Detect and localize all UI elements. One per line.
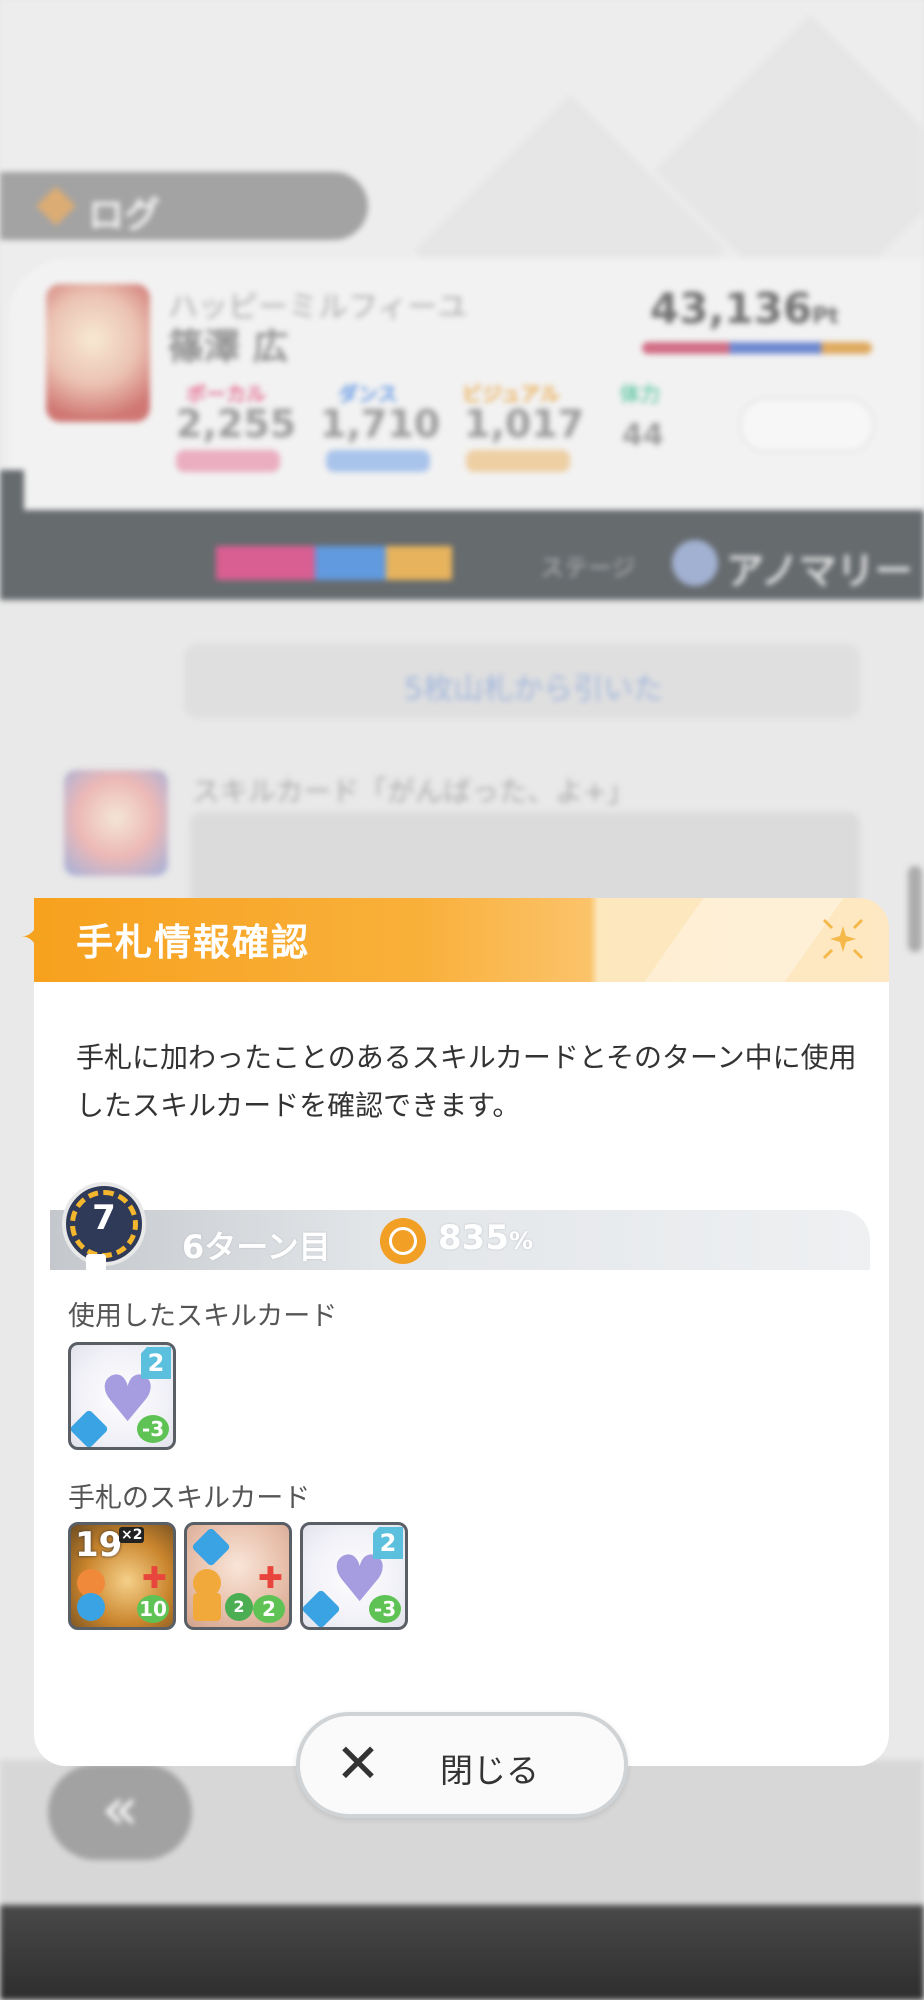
- cost-tag: 2: [141, 1347, 171, 1379]
- turn-badge-number: 7: [92, 1198, 116, 1238]
- star-icon: ✦: [20, 915, 54, 961]
- plus-icon: ✚: [257, 1561, 283, 1596]
- header-stripe: [644, 898, 844, 982]
- skill-card-hand-3[interactable]: ♥ 2 -3: [300, 1522, 408, 1630]
- turn-label: 6ターン目: [182, 1228, 331, 1266]
- close-button[interactable]: ✕ 閉じる: [296, 1712, 628, 1818]
- square-icon: [193, 1593, 221, 1621]
- hand-info-modal: 手札情報確認 ✦ 手札に加わったことのあるスキルカードとそのターン中に使用したス…: [20, 898, 889, 1766]
- rate-icon: [380, 1218, 426, 1264]
- clock-icon: [77, 1593, 105, 1621]
- rate-value: 835%: [438, 1218, 534, 1258]
- sparkle-icon: [822, 918, 864, 960]
- modal-header: 手札情報確認: [34, 898, 889, 982]
- skill-card-hand-1[interactable]: 19 ×2 ✚ 10: [68, 1522, 176, 1630]
- close-label: 閉じる: [440, 1751, 539, 1790]
- stamina-badge: 2: [253, 1595, 285, 1623]
- skill-card-hand-2[interactable]: ✚ 2 2: [184, 1522, 292, 1630]
- hand-cards-label: 手札のスキルカード: [68, 1483, 311, 1514]
- type-badge-icon: [191, 1527, 231, 1567]
- card-multiplier: ×2: [119, 1527, 145, 1543]
- stamina-badge: 10: [137, 1595, 169, 1623]
- close-icon: ✕: [335, 1732, 381, 1795]
- modal-description: 手札に加わったことのあるスキルカードとそのターン中に使用したスキルカードを確認で…: [76, 1041, 857, 1122]
- used-cards-label: 使用したスキルカード: [68, 1301, 338, 1332]
- stamina-badge: -3: [137, 1415, 169, 1443]
- cost-left-badge: 2: [225, 1593, 253, 1621]
- stamina-badge: -3: [369, 1595, 401, 1623]
- skill-card-used[interactable]: ♥ 2 -3: [68, 1342, 176, 1450]
- modal-body: 手札に加わったことのあるスキルカードとそのターン中に使用したスキルカードを確認で…: [34, 982, 889, 1766]
- card-big-number: 19: [75, 1525, 123, 1565]
- cost-tag: 2: [373, 1527, 403, 1559]
- turn-flag-icon: [86, 1254, 106, 1274]
- plus-icon: ✚: [141, 1561, 167, 1596]
- modal-title: 手札情報確認: [76, 921, 310, 964]
